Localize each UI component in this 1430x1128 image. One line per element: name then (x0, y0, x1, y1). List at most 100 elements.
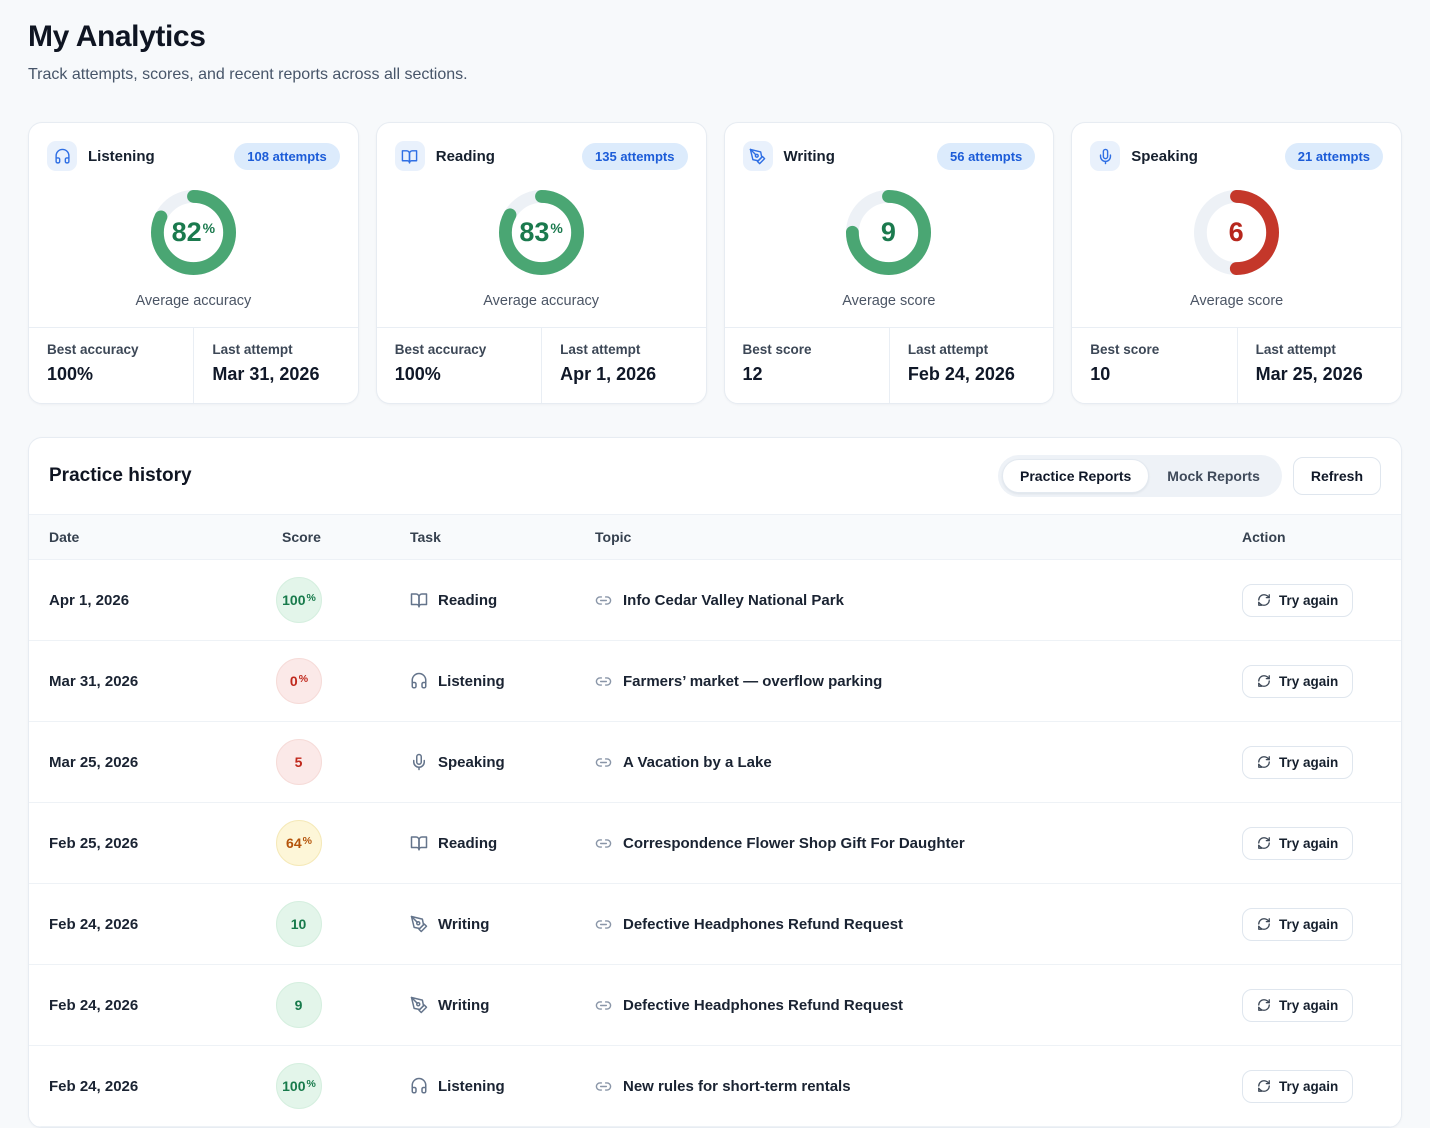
score-badge: 10 (276, 901, 322, 947)
row-topic-link[interactable]: Defective Headphones Refund Request (595, 916, 1242, 933)
link-icon (595, 592, 612, 609)
row-date: Feb 24, 2026 (49, 916, 282, 933)
writing-card: Writing 56 attempts 9 Average score Best… (724, 122, 1055, 404)
table-row: Mar 25, 2026 5 Speaking A Vacation by a … (29, 722, 1401, 803)
report-tabs: Practice Reports Mock Reports (998, 455, 1282, 497)
row-topic-link[interactable]: Correspondence Flower Shop Gift For Daug… (595, 835, 1242, 852)
try-again-button[interactable]: Try again (1242, 1070, 1353, 1103)
donut-caption: Average accuracy (135, 293, 251, 309)
table-header: Date Score Task Topic Action (29, 514, 1401, 560)
row-task: Writing (410, 996, 595, 1014)
tab-mock-reports[interactable]: Mock Reports (1149, 459, 1278, 493)
best-stat: Best accuracy 100% (29, 328, 193, 403)
speaking-card: Speaking 21 attempts 6 Average score Bes… (1071, 122, 1402, 404)
refresh-icon (1257, 1079, 1271, 1093)
row-topic-link[interactable]: Info Cedar Valley National Park (595, 592, 1242, 609)
refresh-icon (1257, 674, 1271, 688)
try-again-button[interactable]: Try again (1242, 665, 1353, 698)
score-badge: 5 (276, 739, 322, 785)
analytics-page: My Analytics Track attempts, scores, and… (0, 0, 1430, 1128)
link-icon (595, 754, 612, 771)
card-title: Reading (436, 148, 495, 165)
row-task: Listening (410, 1077, 595, 1095)
try-again-button[interactable]: Try again (1242, 989, 1353, 1022)
table-row: Feb 25, 2026 64% Reading Correspondence … (29, 803, 1401, 884)
attempts-badge: 21 attempts (1285, 143, 1383, 170)
link-icon (595, 1078, 612, 1095)
refresh-icon (1257, 917, 1271, 931)
headphones-icon (410, 1077, 428, 1095)
col-score: Score (282, 529, 410, 545)
donut-value: 82% (146, 185, 241, 280)
table-row: Mar 31, 2026 0% Listening Farmers’ marke… (29, 641, 1401, 722)
row-topic-link[interactable]: Defective Headphones Refund Request (595, 997, 1242, 1014)
card-title: Listening (88, 148, 155, 165)
row-topic-link[interactable]: New rules for short-term rentals (595, 1078, 1242, 1095)
row-topic-link[interactable]: A Vacation by a Lake (595, 754, 1242, 771)
best-stat: Best accuracy 100% (377, 328, 541, 403)
donut-value: 83% (494, 185, 589, 280)
row-date: Apr 1, 2026 (49, 592, 282, 609)
average-score-donut: 6 (1189, 185, 1284, 280)
listening-card: Listening 108 attempts 82% Average accur… (28, 122, 359, 404)
col-task: Task (410, 529, 595, 545)
refresh-button[interactable]: Refresh (1293, 457, 1381, 495)
reading-card: Reading 135 attempts 83% Average accurac… (376, 122, 707, 404)
row-date: Feb 24, 2026 (49, 997, 282, 1014)
try-again-button[interactable]: Try again (1242, 746, 1353, 779)
table-row: Feb 24, 2026 9 Writing Defective Headpho… (29, 965, 1401, 1046)
table-row: Feb 24, 2026 100% Listening New rules fo… (29, 1046, 1401, 1127)
refresh-icon (1257, 836, 1271, 850)
average-score-donut: 9 (841, 185, 936, 280)
score-badge: 64% (276, 820, 322, 866)
refresh-icon (1257, 998, 1271, 1012)
page-title: My Analytics (28, 20, 1402, 54)
pen-icon (410, 996, 428, 1014)
card-title: Speaking (1131, 148, 1198, 165)
link-icon (595, 997, 612, 1014)
try-again-button[interactable]: Try again (1242, 584, 1353, 617)
row-task: Writing (410, 915, 595, 933)
tab-practice-reports[interactable]: Practice Reports (1002, 459, 1149, 493)
donut-caption: Average score (1190, 293, 1283, 309)
donut-value: 9 (841, 185, 936, 280)
col-topic: Topic (595, 529, 1242, 545)
headphones-icon (47, 141, 77, 171)
last-attempt-stat: Last attempt Mar 31, 2026 (193, 328, 357, 403)
link-icon (595, 835, 612, 852)
average-accuracy-donut: 83% (494, 185, 589, 280)
book-icon (410, 834, 428, 852)
score-badge: 100% (276, 577, 322, 623)
try-again-button[interactable]: Try again (1242, 827, 1353, 860)
refresh-icon (1257, 755, 1271, 769)
attempts-badge: 108 attempts (234, 143, 339, 170)
attempts-badge: 135 attempts (582, 143, 687, 170)
last-attempt-stat: Last attempt Mar 25, 2026 (1237, 328, 1401, 403)
page-subtitle: Track attempts, scores, and recent repor… (28, 66, 1402, 84)
card-title: Writing (784, 148, 835, 165)
mic-icon (1090, 141, 1120, 171)
row-date: Feb 25, 2026 (49, 835, 282, 852)
pen-icon (743, 141, 773, 171)
practice-history-panel: Practice history Practice Reports Mock R… (28, 437, 1402, 1128)
donut-caption: Average score (842, 293, 935, 309)
score-badge: 9 (276, 982, 322, 1028)
row-topic-link[interactable]: Farmers’ market — overflow parking (595, 673, 1242, 690)
summary-cards: Listening 108 attempts 82% Average accur… (28, 122, 1402, 404)
link-icon (595, 673, 612, 690)
row-date: Mar 25, 2026 (49, 754, 282, 771)
headphones-icon (410, 672, 428, 690)
table-row: Apr 1, 2026 100% Reading Info Cedar Vall… (29, 560, 1401, 641)
table-row: Feb 24, 2026 10 Writing Defective Headph… (29, 884, 1401, 965)
score-badge: 100% (276, 1063, 322, 1109)
book-icon (410, 591, 428, 609)
try-again-button[interactable]: Try again (1242, 908, 1353, 941)
col-action: Action (1242, 529, 1381, 545)
donut-caption: Average accuracy (483, 293, 599, 309)
average-accuracy-donut: 82% (146, 185, 241, 280)
last-attempt-stat: Last attempt Apr 1, 2026 (541, 328, 705, 403)
row-task: Listening (410, 672, 595, 690)
donut-value: 6 (1189, 185, 1284, 280)
refresh-icon (1257, 593, 1271, 607)
row-task: Speaking (410, 753, 595, 771)
